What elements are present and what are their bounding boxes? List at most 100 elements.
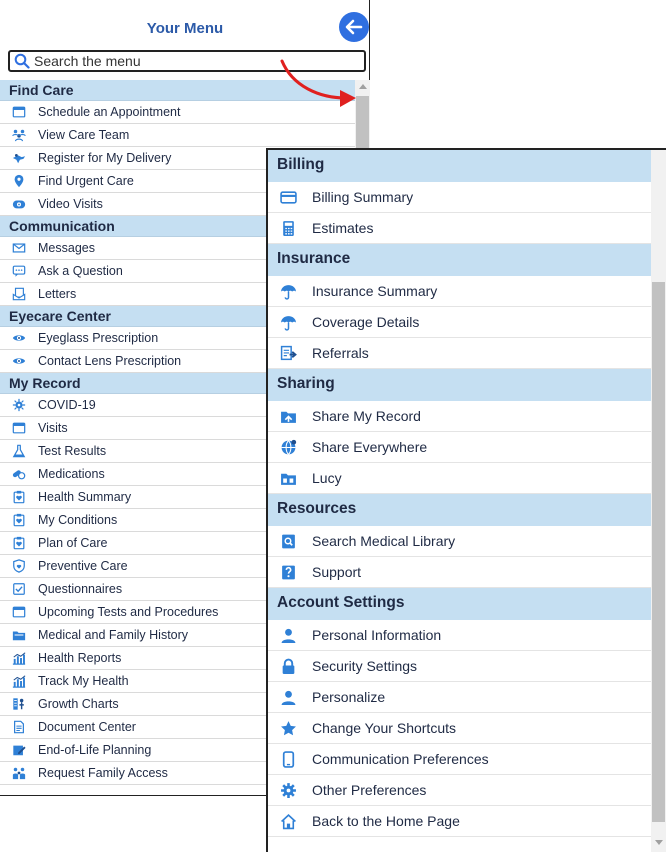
right-scrollbar-thumb[interactable]: [652, 282, 665, 822]
home-icon: [277, 812, 299, 830]
menu-item-label: Coverage Details: [312, 314, 420, 330]
menu-item-label: Search Medical Library: [312, 533, 456, 549]
menu-item-share-everywhere[interactable]: Share Everywhere: [268, 432, 651, 463]
share-folder-icon: [277, 407, 299, 425]
menu-item-label: Other Preferences: [312, 782, 427, 798]
menu-item-label: Test Results: [38, 444, 107, 458]
menu-item-label: Growth Charts: [38, 697, 119, 711]
menu-item-label: Register for My Delivery: [38, 151, 172, 165]
menu-item-personalize[interactable]: Personalize: [268, 682, 651, 713]
menu-item-change-your-shortcuts[interactable]: Change Your Shortcuts: [268, 713, 651, 744]
menu-item-label: Estimates: [312, 220, 374, 236]
section-header: Sharing: [268, 369, 651, 401]
calendar-icon: [9, 105, 29, 119]
menu-item-coverage-details[interactable]: Coverage Details: [268, 307, 651, 338]
menu-item-label: Plan of Care: [38, 536, 108, 550]
clipboard-heart-icon: [9, 536, 29, 550]
menu-item-share-my-record[interactable]: Share My Record: [268, 401, 651, 432]
menu-item-label: Schedule an Appointment: [38, 105, 181, 119]
eye-icon: [9, 354, 29, 368]
menu-item-label: Messages: [38, 241, 95, 255]
menu-item-billing-summary[interactable]: Billing Summary: [268, 182, 651, 213]
menu-item-label: Support: [312, 564, 362, 580]
umbrella-icon: [277, 282, 299, 300]
person-icon: [277, 688, 299, 706]
menu-item-label: Request Family Access: [38, 766, 168, 780]
menu-item-security-settings[interactable]: Security Settings: [268, 651, 651, 682]
globe-icon: [277, 438, 299, 456]
section-header: Insurance: [268, 244, 651, 276]
search-icon: [14, 53, 30, 69]
menu-item-label: Communication Preferences: [312, 751, 489, 767]
scroll-down-arrow[interactable]: [655, 840, 663, 845]
folder-icon: [9, 628, 29, 642]
menu-title: Your Menu: [146, 20, 224, 37]
menu-item-label: Health Summary: [38, 490, 132, 504]
menu-item-insurance-summary[interactable]: Insurance Summary: [268, 276, 651, 307]
arrow-left-icon: [345, 19, 363, 35]
map-pin-icon: [9, 174, 29, 188]
menu-item-label: Video Visits: [38, 197, 103, 211]
lock-icon: [277, 657, 299, 675]
menu-item-other-preferences[interactable]: Other Preferences: [268, 775, 651, 806]
referral-icon: [277, 344, 299, 362]
clipboard-heart-icon: [9, 513, 29, 527]
menu-item-label: Eyeglass Prescription: [38, 331, 159, 345]
gear-icon: [277, 781, 299, 799]
back-arrow-button[interactable]: [339, 12, 369, 42]
umbrella-icon: [277, 313, 299, 331]
menu-item-label: Lucy: [312, 470, 342, 486]
menu-item-personal-information[interactable]: Personal Information: [268, 620, 651, 651]
menu-item-back-to-the-home-page[interactable]: Back to the Home Page: [268, 806, 651, 837]
star-icon: [277, 719, 299, 737]
menu-item-lucy[interactable]: Lucy: [268, 463, 651, 494]
menu-item-label: Document Center: [38, 720, 136, 734]
menu-item-label: Preventive Care: [38, 559, 128, 573]
section-header: Account Settings: [268, 588, 651, 620]
chat-bubble-icon: [9, 264, 29, 278]
video-camera-icon: [9, 197, 29, 211]
shield-heart-icon: [9, 559, 29, 573]
clipboard-heart-icon: [9, 490, 29, 504]
menu-item-label: My Conditions: [38, 513, 118, 527]
menu-header: Your Menu: [0, 0, 370, 46]
right-scrollbar[interactable]: [651, 150, 666, 852]
menu-item-label: Security Settings: [312, 658, 418, 674]
menu-item-label: Back to the Home Page: [312, 813, 460, 829]
menu-item-label: Personal Information: [312, 627, 442, 643]
menu-item-label: Find Urgent Care: [38, 174, 134, 188]
menu-item-support[interactable]: Support: [268, 557, 651, 588]
person-icon: [277, 626, 299, 644]
menu-item-view-care-team[interactable]: View Care Team: [0, 124, 355, 147]
menu-item-label: Share My Record: [312, 408, 421, 424]
menu-item-label: Contact Lens Prescription: [38, 354, 182, 368]
right-menu-panel: Billing Billing Summary Estimates Insurance…: [266, 148, 666, 852]
menu-item-label: Share Everywhere: [312, 439, 428, 455]
menu-item-label: End-of-Life Planning: [38, 743, 152, 757]
bar-chart-icon: [9, 674, 29, 688]
menu-item-label: Visits: [38, 421, 68, 435]
pen-paper-icon: [9, 743, 29, 757]
right-menu-list: Billing Billing Summary Estimates Insurance…: [268, 150, 651, 837]
bar-chart-icon: [9, 651, 29, 665]
growth-chart-icon: [9, 697, 29, 711]
menu-item-label: Personalize: [312, 689, 386, 705]
menu-item-search-medical-library[interactable]: Search Medical Library: [268, 526, 651, 557]
support-icon: [277, 563, 299, 581]
red-pointer-arrow: [280, 59, 356, 107]
calendar-icon: [9, 605, 29, 619]
phone-icon: [277, 750, 299, 768]
calendar-icon: [9, 421, 29, 435]
lucy-folder-icon: [277, 469, 299, 487]
envelope-icon: [9, 241, 29, 255]
menu-item-label: Billing Summary: [312, 189, 414, 205]
menu-item-referrals[interactable]: Referrals: [268, 338, 651, 369]
family-icon: [9, 766, 29, 780]
menu-item-estimates[interactable]: Estimates: [268, 213, 651, 244]
virus-icon: [9, 398, 29, 412]
flask-icon: [9, 444, 29, 458]
library-icon: [277, 532, 299, 550]
menu-item-label: View Care Team: [38, 128, 130, 142]
section-header: Billing: [268, 150, 651, 182]
menu-item-communication-preferences[interactable]: Communication Preferences: [268, 744, 651, 775]
